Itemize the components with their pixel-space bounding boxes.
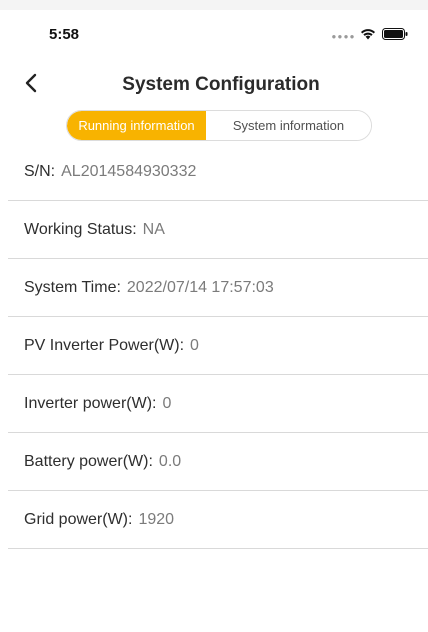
info-row-serial-number: S/N: AL2014584930332 — [8, 143, 428, 201]
info-row-system-time: System Time: 2022/07/14 17:57:03 — [8, 259, 428, 317]
status-time: 5:58 — [49, 26, 80, 43]
row-label: PV Inverter Power(W): — [24, 336, 185, 354]
info-row-inverter-power: Inverter power(W): 0 — [8, 375, 428, 433]
row-label: Working Status: — [24, 220, 137, 238]
battery-icon — [382, 27, 408, 45]
row-label: System Time: — [24, 278, 121, 296]
row-value: 0 — [162, 394, 172, 412]
row-value: 1920 — [138, 510, 175, 528]
status-icons: ● ● ● ● — [332, 27, 409, 45]
row-value: NA — [142, 220, 165, 238]
row-value: AL2014584930332 — [61, 162, 197, 180]
row-label: S/N: — [24, 162, 56, 180]
row-value: 2022/07/14 17:57:03 — [126, 278, 274, 296]
info-list: S/N: AL2014584930332 Working Status: NA … — [8, 143, 428, 549]
signal-dots-icon: ● ● ● ● — [331, 31, 355, 41]
info-row-working-status: Working Status: NA — [8, 201, 428, 259]
row-value: 0 — [190, 336, 199, 354]
info-row-grid-power: Grid power(W): 1920 — [8, 491, 428, 549]
top-shade — [0, 0, 428, 10]
info-row-pv-inverter-power: PV Inverter Power(W): 0 — [8, 317, 428, 375]
row-label: Battery power(W): — [24, 452, 153, 470]
page-title: System Configuration — [122, 74, 320, 95]
wifi-icon — [360, 27, 376, 45]
segmented-control: Running information System information — [66, 110, 372, 141]
tab-running-information[interactable]: Running information — [67, 111, 206, 140]
row-label: Inverter power(W): — [24, 394, 157, 412]
info-row-battery-power: Battery power(W): 0.0 — [8, 433, 428, 491]
status-bar: 5:58 ● ● ● ● — [0, 10, 428, 54]
row-label: Grid power(W): — [24, 510, 133, 528]
row-value: 0.0 — [158, 452, 182, 470]
tab-system-information[interactable]: System information — [206, 111, 371, 140]
nav-bar: System Configuration — [0, 64, 428, 108]
